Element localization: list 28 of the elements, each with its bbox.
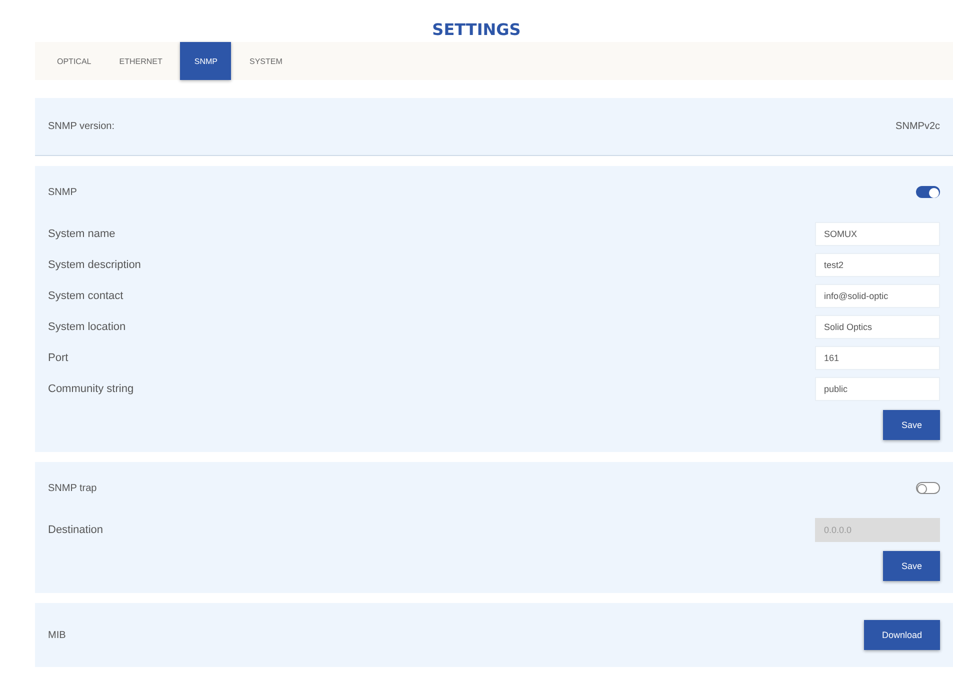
download-button[interactable]: Download (864, 620, 940, 650)
version-label: SNMP version: (48, 121, 115, 132)
version-value: SNMPv2c (896, 121, 940, 132)
field-label: System contact (48, 290, 124, 302)
tab[interactable]: OPTICAL (47, 42, 102, 80)
tab[interactable]: SYSTEM (239, 42, 292, 80)
toggle-switch[interactable] (916, 482, 940, 494)
input-field[interactable]: info@solid-optic (815, 284, 940, 308)
field-label: System location (48, 320, 126, 332)
save-button[interactable]: Save (883, 551, 940, 581)
tab[interactable]: ETHERNET (109, 42, 172, 80)
save-button[interactable]: Save (883, 410, 940, 440)
input-field[interactable]: Solid Optics (815, 314, 940, 338)
section-label: SNMP (48, 186, 77, 198)
field-label: System name (48, 228, 116, 240)
section-label: SNMP trap (48, 482, 97, 494)
input-field[interactable]: public (815, 376, 940, 400)
input-field[interactable]: test2 (815, 252, 940, 276)
section-label: MIB (48, 630, 66, 640)
field-label: Community string (48, 382, 134, 394)
tab[interactable]: SNMP (180, 42, 232, 80)
input-field[interactable]: 161 (815, 346, 940, 370)
field-label: System description (48, 258, 141, 270)
page-title: SETTINGS (432, 19, 521, 41)
toggle-switch[interactable] (916, 186, 940, 198)
input-field[interactable]: SOMUX (815, 222, 940, 246)
field-label: Port (48, 352, 68, 364)
field-label: Destination (48, 524, 104, 536)
